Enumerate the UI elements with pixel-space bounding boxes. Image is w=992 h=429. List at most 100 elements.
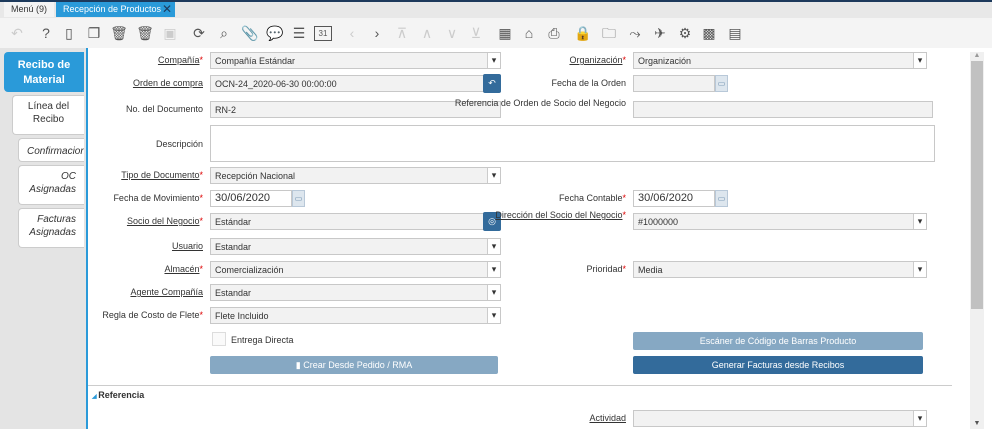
fecha_orden-label: Fecha de la Orden <box>426 78 626 89</box>
attachment-icon[interactable]: 📎 <box>241 24 259 42</box>
copy-icon[interactable]: ❐ <box>85 24 103 42</box>
usuario-field[interactable]: Estandar <box>210 238 501 255</box>
ref-field[interactable] <box>633 101 933 118</box>
fecha_mov-field[interactable]: 30/06/2020 <box>210 190 292 207</box>
previous-icon[interactable]: ‹ <box>343 24 361 42</box>
parent-icon[interactable]: ∧ <box>418 24 436 42</box>
undo-icon[interactable]: ↶ <box>8 24 26 42</box>
tipo-label: Tipo de Documento* <box>3 170 203 181</box>
product-info-icon[interactable]: ▩ <box>700 24 718 42</box>
calendar-icon[interactable]: ▭ <box>715 75 728 92</box>
grid-toggle-icon[interactable]: ☰ <box>290 24 308 42</box>
chat-icon[interactable]: 💬 <box>266 24 284 42</box>
process-icon[interactable]: ⚙ <box>676 24 694 42</box>
agente-field[interactable]: Estandar <box>210 284 501 301</box>
close-icon[interactable]: ✕ <box>162 2 172 16</box>
tab-menu[interactable]: Menú (9) <box>4 2 55 17</box>
label-text: Referencia de Orden de Socio del Negocio <box>454 98 626 108</box>
ref-label: Referencia de Orden de Socio del Negocio <box>426 98 626 109</box>
actividad-field[interactable] <box>633 410 927 427</box>
tab-recepcion[interactable]: Recepción de Productos ✕ <box>56 2 175 17</box>
fecha_cont-field[interactable]: 30/06/2020 <box>633 190 715 207</box>
help-icon[interactable]: ? <box>37 24 55 42</box>
find-icon[interactable]: ⌕ <box>215 24 233 42</box>
print-icon[interactable]: ⎙ <box>545 24 563 42</box>
label-text[interactable]: Tipo de Documento <box>121 170 199 180</box>
button-label: Crear Desde Pedido / RMA <box>303 360 413 370</box>
label-text[interactable]: Almacén <box>164 264 199 274</box>
save-icon[interactable]: ▣ <box>161 24 179 42</box>
direccion-field[interactable]: #1000000 <box>633 213 927 230</box>
report-icon[interactable]: ▦ <box>496 24 514 42</box>
request-icon[interactable]: ✈ <box>651 24 669 42</box>
scroll-down-icon[interactable]: ▼ <box>970 420 984 427</box>
usuario-label: Usuario <box>3 241 203 252</box>
required-marker: * <box>622 210 626 220</box>
flete-field[interactable]: Flete Incluido <box>210 307 501 324</box>
crear-desde-pedido-button[interactable]: ▮ Crear Desde Pedido / RMA <box>210 356 498 374</box>
desc-field[interactable] <box>210 125 935 162</box>
label-text[interactable]: Agente Compañía <box>130 287 203 297</box>
calendar-icon[interactable]: ▭ <box>292 190 305 207</box>
required-marker: * <box>622 55 626 65</box>
delete-icon[interactable]: 🗑 <box>110 24 128 42</box>
refresh-icon[interactable]: ⟳ <box>190 24 208 42</box>
tab-label: Recepción de Productos <box>63 4 162 14</box>
organizacion-field[interactable]: Organización <box>633 52 927 69</box>
scrollbar-thumb[interactable] <box>971 61 983 309</box>
almacen-label: Almacén* <box>3 264 203 275</box>
label-text[interactable]: Actividad <box>589 413 626 423</box>
required-marker: * <box>199 55 203 65</box>
new-icon[interactable]: ▯ <box>60 24 78 42</box>
sidetab-linea-recibo[interactable]: Línea del Recibo <box>12 95 84 135</box>
required-marker: * <box>199 310 203 320</box>
calendar-icon[interactable]: ▭ <box>715 190 728 207</box>
required-marker: * <box>199 264 203 274</box>
prioridad-label: Prioridad* <box>426 264 626 275</box>
label-text[interactable]: Compañía <box>158 55 200 65</box>
fecha_orden-field[interactable] <box>633 75 715 92</box>
label-text[interactable]: Socio del Negocio <box>127 216 200 226</box>
divider <box>88 385 952 386</box>
post-icon[interactable]: ▤ <box>726 24 744 42</box>
label-text[interactable]: Usuario <box>172 241 203 251</box>
agente-label: Agente Compañía <box>3 287 203 298</box>
label-text: Fecha Contable <box>558 193 623 203</box>
compania-label: Compañía* <box>3 55 203 66</box>
lock-icon[interactable]: 🔒 <box>574 24 592 42</box>
label-text[interactable]: Orden de compra <box>133 78 203 88</box>
first-icon[interactable]: ⊼ <box>393 24 411 42</box>
label-text: Fecha de Movimiento <box>113 193 200 203</box>
actividad-label: Actividad <box>426 413 626 424</box>
calendar-icon[interactable]: 31 <box>314 26 332 41</box>
label-text[interactable]: Organización <box>569 55 622 65</box>
delete-selection-icon[interactable]: 🗑 <box>136 24 154 42</box>
scrollbar[interactable]: ▲ ▼ <box>970 52 984 429</box>
archive-icon[interactable]: ⌂ <box>520 24 538 42</box>
label-text: Fecha de la Orden <box>551 78 626 88</box>
workflow-icon[interactable]: ⤳ <box>626 24 644 42</box>
required-marker: * <box>622 264 626 274</box>
nodoc-label: No. del Documento <box>3 104 203 115</box>
entrega-directa-checkbox[interactable] <box>212 332 226 346</box>
prioridad-field[interactable]: Media <box>633 261 927 278</box>
label-text: Regla de Costo de Flete <box>102 310 200 320</box>
next-icon[interactable]: › <box>368 24 386 42</box>
label-text[interactable]: Dirección del Socio del Negocio <box>495 210 622 220</box>
required-marker: * <box>199 193 203 203</box>
scanner-button[interactable]: Escáner de Código de Barras Producto <box>633 332 923 350</box>
label-text: No. del Documento <box>125 104 203 114</box>
detail-icon[interactable]: ∨ <box>443 24 461 42</box>
label-text: Prioridad <box>586 264 623 274</box>
fecha_cont-label: Fecha Contable* <box>426 193 626 204</box>
tipo-field[interactable]: Recepción Nacional <box>210 167 501 184</box>
zoom-across-icon[interactable]: 🗀 <box>600 24 618 42</box>
flete-label: Regla de Costo de Flete* <box>3 310 203 321</box>
required-marker: * <box>199 170 203 180</box>
fecha_mov-label: Fecha de Movimiento* <box>3 193 203 204</box>
section-referencia[interactable]: ◢ Referencia <box>92 390 144 400</box>
generar-facturas-button[interactable]: Generar Facturas desde Recibos <box>633 356 923 374</box>
last-icon[interactable]: ⊻ <box>467 24 485 42</box>
required-marker: * <box>622 193 626 203</box>
scroll-up-icon[interactable]: ▲ <box>970 52 984 59</box>
